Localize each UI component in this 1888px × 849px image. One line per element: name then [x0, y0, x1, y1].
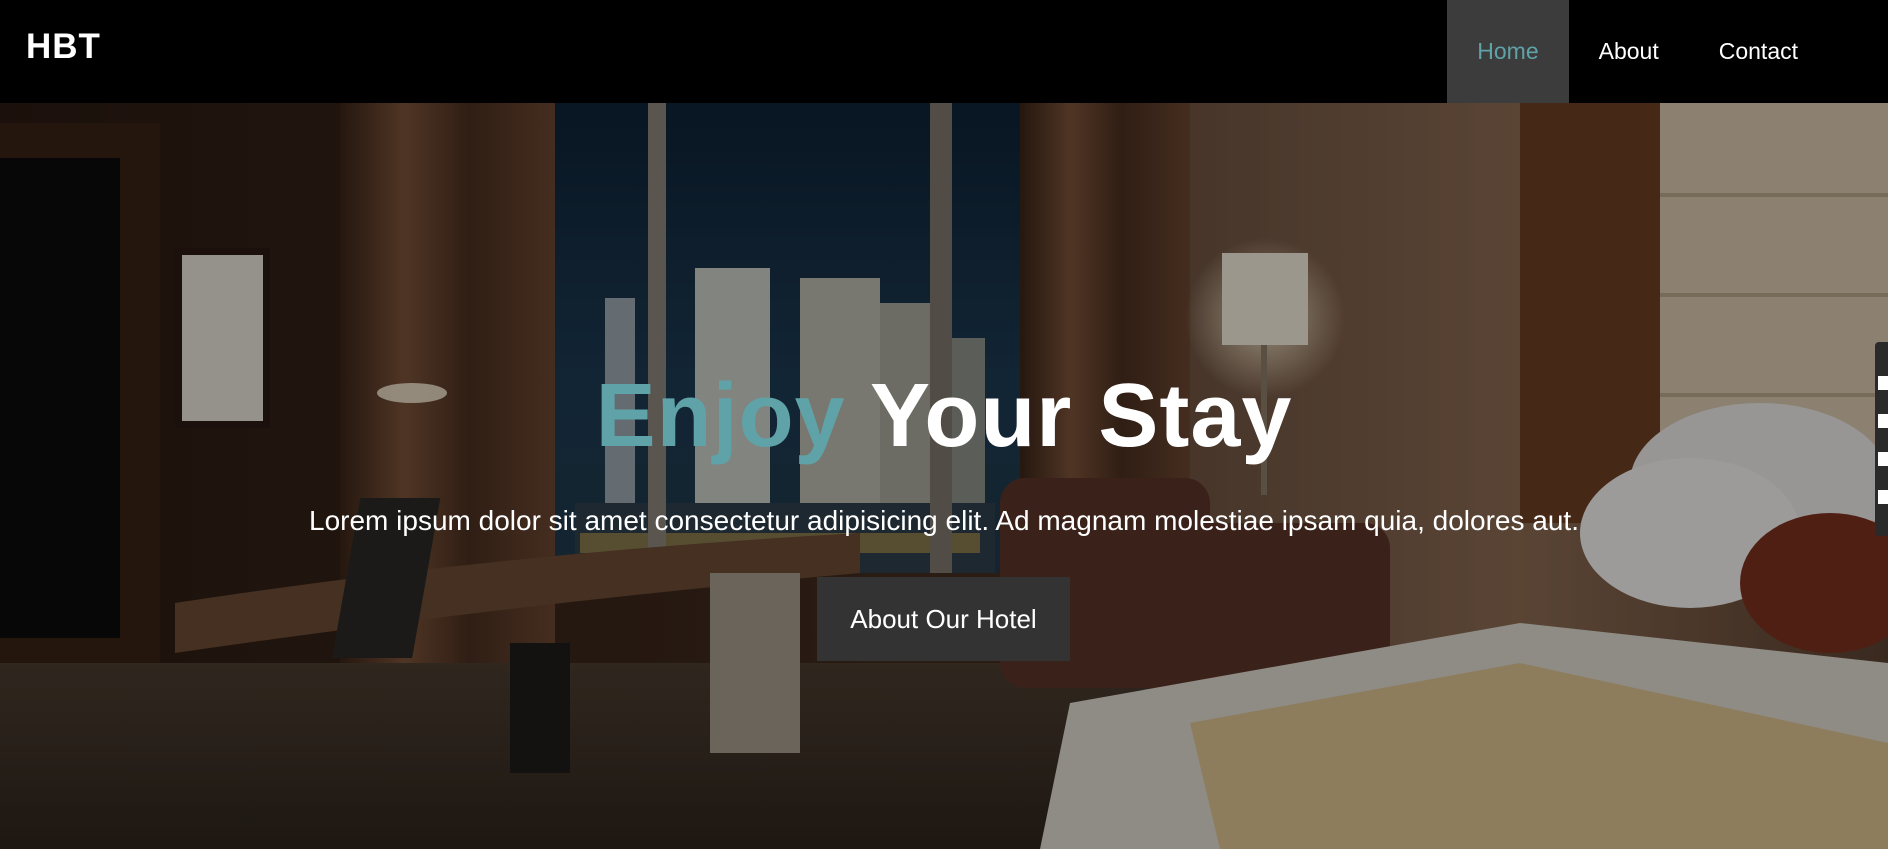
hero-title: Enjoy Your Stay	[0, 365, 1888, 468]
hero-title-rest: Your Stay	[845, 366, 1293, 466]
brand-logo[interactable]: HBT	[26, 27, 101, 67]
side-toolbar-item-icon[interactable]	[1878, 376, 1888, 390]
hero-section: Enjoy Your Stay Lorem ipsum dolor sit am…	[0, 103, 1888, 849]
nav-link-home[interactable]: Home	[1447, 0, 1569, 103]
navbar: HBT Home About Contact	[0, 0, 1888, 103]
hero-title-accent: Enjoy	[595, 366, 846, 466]
nav-link-about[interactable]: About	[1569, 0, 1689, 103]
hero-subtitle: Lorem ipsum dolor sit amet consectetur a…	[309, 505, 1579, 536]
hero-background-image	[0, 103, 1888, 849]
side-toolbar-item-icon[interactable]	[1878, 414, 1888, 428]
side-toolbar-item-icon[interactable]	[1878, 490, 1888, 504]
side-toolbar-widget[interactable]	[1875, 342, 1888, 536]
nav-link-contact[interactable]: Contact	[1689, 0, 1828, 103]
nav-links: Home About Contact	[1447, 0, 1828, 103]
side-toolbar-item-icon[interactable]	[1878, 452, 1888, 466]
about-our-hotel-button[interactable]: About Our Hotel	[817, 577, 1070, 661]
